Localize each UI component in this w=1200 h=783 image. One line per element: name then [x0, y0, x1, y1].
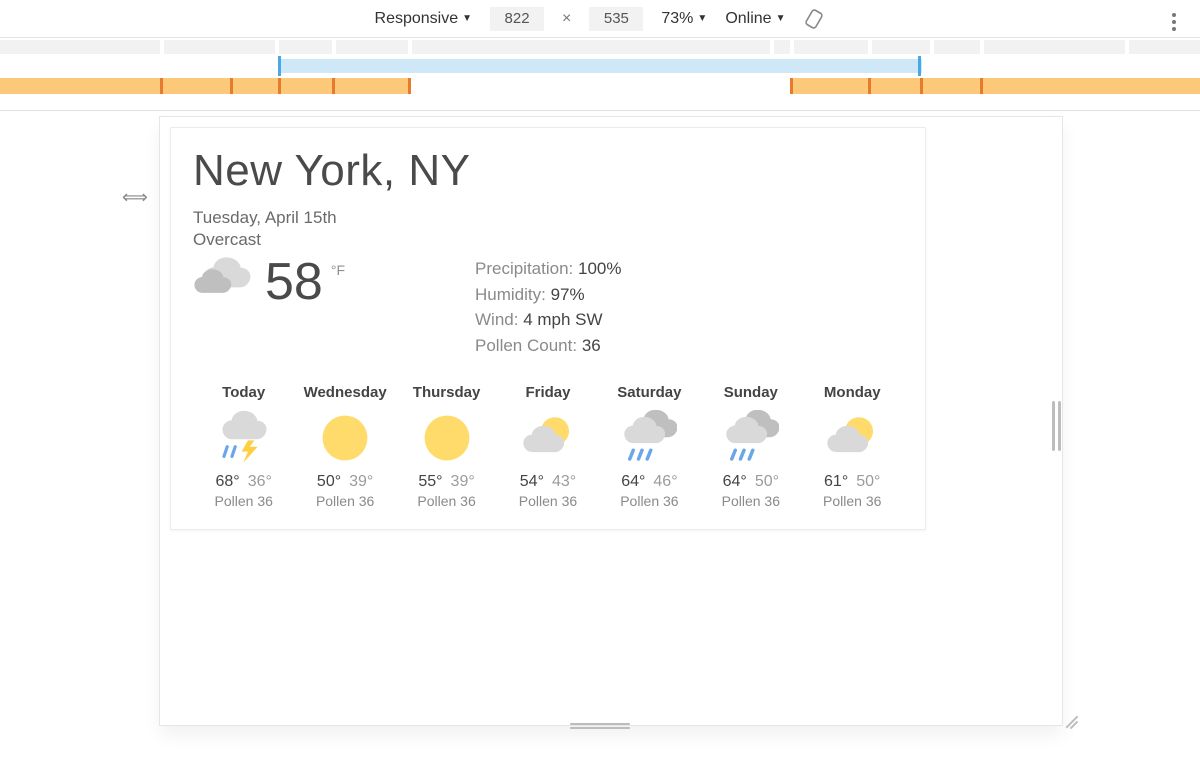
precip-value: 100%: [578, 259, 621, 278]
forecast-day: Saturday 64° 46° Pollen 36: [599, 384, 700, 509]
sunny-icon: [294, 409, 395, 467]
humidity-label: Humidity:: [475, 285, 546, 304]
pollen-label: Pollen Count:: [475, 336, 577, 355]
forecast-temps: 64° 46°: [599, 473, 700, 491]
storm-icon: [193, 409, 294, 467]
ruler-row-3: [0, 78, 1200, 94]
viewport-height-input[interactable]: [589, 7, 643, 31]
forecast-day-name: Friday: [497, 384, 598, 401]
resize-corner-handle[interactable]: [1064, 711, 1080, 727]
forecast-day: Today 68° 36° Pollen 36: [193, 384, 294, 509]
temp-high: 54°: [520, 473, 544, 490]
forecast-pollen: Pollen 36: [700, 493, 801, 509]
ruler-row-2: [0, 56, 1200, 76]
ruler-row-1: [0, 40, 1200, 54]
forecast-temps: 68° 36°: [193, 473, 294, 491]
chevron-down-icon: ▼: [776, 13, 786, 24]
temp-low: 39°: [349, 473, 373, 490]
forecast-day-name: Sunday: [700, 384, 801, 401]
humidity-value: 97%: [551, 285, 585, 304]
chevron-down-icon: ▼: [697, 13, 707, 24]
zoom-select[interactable]: 73% ▼: [661, 10, 707, 28]
temp-unit: °F: [331, 262, 345, 278]
breakpoint-ruler[interactable]: [0, 40, 1200, 111]
temp-high: 68°: [216, 473, 240, 490]
throttle-select[interactable]: Online ▼: [725, 10, 785, 28]
forecast-day-name: Wednesday: [294, 384, 395, 401]
forecast-temps: 54° 43°: [497, 473, 598, 491]
temp-low: 50°: [755, 473, 779, 490]
precip-label: Precipitation:: [475, 259, 573, 278]
device-select-label: Responsive: [375, 10, 459, 28]
viewport-frame: New York, NY Tuesday, April 15th Overcas…: [160, 117, 1062, 725]
overcast-icon: [193, 256, 257, 307]
pollen-value: 36: [582, 336, 601, 355]
partly-icon: [497, 409, 598, 467]
viewport-width-input[interactable]: [490, 7, 544, 31]
forecast-pollen: Pollen 36: [497, 493, 598, 509]
forecast-pollen: Pollen 36: [599, 493, 700, 509]
rain-icon: [700, 409, 801, 467]
forecast-day: Wednesday 50° 39° Pollen 36: [294, 384, 395, 509]
device-select[interactable]: Responsive ▼: [375, 10, 473, 28]
device-toolbar: Responsive ▼ × 73% ▼ Online ▼: [0, 0, 1200, 38]
forecast-temps: 61° 50°: [802, 473, 903, 491]
condition-label: Overcast: [193, 230, 903, 250]
rotate-icon[interactable]: [803, 8, 825, 30]
forecast-temps: 55° 39°: [396, 473, 497, 491]
rain-icon: [599, 409, 700, 467]
current-temp: 58: [265, 256, 323, 308]
forecast-pollen: Pollen 36: [294, 493, 395, 509]
forecast-pollen: Pollen 36: [396, 493, 497, 509]
more-options-button[interactable]: [1172, 10, 1176, 34]
temp-high: 61°: [824, 473, 848, 490]
forecast-temps: 50° 39°: [294, 473, 395, 491]
forecast-day-name: Thursday: [396, 384, 497, 401]
forecast-day: Thursday 55° 39° Pollen 36: [396, 384, 497, 509]
resize-left-handle[interactable]: ⟺: [122, 187, 148, 208]
resize-right-handle[interactable]: [1052, 401, 1062, 451]
temp-high: 55°: [418, 473, 442, 490]
partly-icon: [802, 409, 903, 467]
forecast-day: Sunday 64° 50° Pollen 36: [700, 384, 801, 509]
date-label: Tuesday, April 15th: [193, 208, 903, 228]
temp-high: 50°: [317, 473, 341, 490]
current-conditions: 58 °F Precipitation: 100% Humidity: 97% …: [193, 256, 903, 358]
forecast-day-name: Monday: [802, 384, 903, 401]
forecast-pollen: Pollen 36: [802, 493, 903, 509]
forecast-row: Today 68° 36° Pollen 36 Wednesday 50° 39° Polle…: [193, 384, 903, 509]
forecast-day-name: Today: [193, 384, 294, 401]
temp-low: 36°: [248, 473, 272, 490]
temp-low: 43°: [552, 473, 576, 490]
temp-low: 46°: [653, 473, 677, 490]
forecast-day: Friday 54° 43° Pollen 36: [497, 384, 598, 509]
temp-low: 39°: [451, 473, 475, 490]
zoom-label: 73%: [661, 10, 693, 28]
forecast-day: Monday 61° 50° Pollen 36: [802, 384, 903, 509]
chevron-down-icon: ▼: [462, 13, 472, 24]
temp-high: 64°: [621, 473, 645, 490]
dimension-separator: ×: [562, 10, 571, 28]
forecast-pollen: Pollen 36: [193, 493, 294, 509]
responsive-stage: ⟺ New York, NY Tuesday, April 15th Overc…: [0, 111, 1200, 783]
temp-high: 64°: [723, 473, 747, 490]
wind-label: Wind:: [475, 310, 518, 329]
wind-value: 4 mph SW: [523, 310, 602, 329]
resize-bottom-handle[interactable]: [570, 723, 630, 731]
forecast-temps: 64° 50°: [700, 473, 801, 491]
throttle-label: Online: [725, 10, 771, 28]
location-title: New York, NY: [193, 146, 903, 196]
forecast-day-name: Saturday: [599, 384, 700, 401]
temp-low: 50°: [856, 473, 880, 490]
weather-card: New York, NY Tuesday, April 15th Overcas…: [170, 127, 926, 530]
current-stats: Precipitation: 100% Humidity: 97% Wind: …: [475, 256, 622, 358]
sunny-icon: [396, 409, 497, 467]
